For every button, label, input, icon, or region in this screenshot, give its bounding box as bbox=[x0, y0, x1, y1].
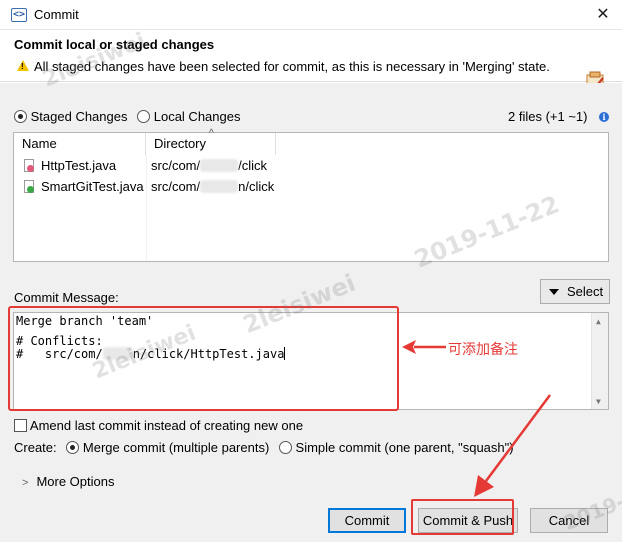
simple-radio-dot[interactable] bbox=[278, 441, 292, 454]
more-options-label: More Options bbox=[36, 474, 115, 489]
select-label: Select bbox=[567, 284, 604, 299]
staged-changes-radio[interactable]: Staged Changes bbox=[14, 109, 127, 124]
dir-suffix: n/click bbox=[238, 179, 275, 194]
redacted-segment bbox=[102, 347, 133, 360]
file-added-icon bbox=[24, 180, 34, 193]
annotation-arrow-left-icon bbox=[402, 340, 446, 354]
column-header-name[interactable]: Name bbox=[14, 133, 146, 155]
chevron-right-icon: > bbox=[22, 477, 29, 489]
staged-radio-dot[interactable] bbox=[14, 110, 27, 123]
select-message-button[interactable]: Select bbox=[540, 279, 610, 304]
title-bar: <> Commit ✕ bbox=[0, 0, 622, 30]
amend-checkbox[interactable] bbox=[14, 419, 27, 432]
table-row[interactable]: HttpTest.java src/com/ /click bbox=[14, 155, 608, 176]
commit-button[interactable]: Commit bbox=[328, 508, 406, 533]
close-icon[interactable]: ✕ bbox=[592, 4, 614, 26]
file-name: HttpTest.java bbox=[41, 158, 117, 173]
files-summary: 2 files (+1 ~1) bbox=[508, 109, 588, 124]
scroll-down-icon[interactable]: ▼ bbox=[596, 397, 601, 406]
annotation-arrow-down-icon bbox=[474, 394, 552, 497]
create-label: Create: bbox=[14, 440, 57, 455]
merge-commit-label: Merge commit (multiple parents) bbox=[82, 440, 270, 455]
file-table[interactable]: Name Directory ^ HttpTest.java src/com//… bbox=[13, 128, 609, 262]
commit-message-label: Commit Message: bbox=[14, 290, 119, 305]
more-options-toggle[interactable]: > More Options bbox=[22, 474, 114, 489]
local-changes-label: Local Changes bbox=[153, 109, 241, 124]
table-row[interactable]: SmartGitTest.java src/com/n/click bbox=[14, 176, 608, 197]
dialog-header: Commit local or staged changes ! All sta… bbox=[0, 30, 622, 96]
message-scrollbar[interactable]: ▲ ▼ bbox=[591, 313, 608, 409]
file-modified-icon bbox=[24, 159, 34, 172]
local-radio-dot[interactable] bbox=[137, 110, 151, 123]
merge-radio-dot[interactable] bbox=[66, 441, 80, 454]
conflict-line: # src/com/n/click/HttpTest.java bbox=[16, 347, 286, 361]
header-title: Commit local or staged changes bbox=[14, 37, 215, 52]
window-title: Commit bbox=[34, 7, 79, 22]
file-directory: src/com/n/click bbox=[151, 176, 274, 197]
merge-commit-radio[interactable]: Merge commit (multiple parents) bbox=[66, 440, 269, 455]
redacted-segment bbox=[200, 159, 239, 172]
cancel-button[interactable]: Cancel bbox=[530, 508, 608, 533]
dropdown-triangle-icon bbox=[549, 289, 559, 295]
conflict-prefix: # src/com/ bbox=[16, 347, 103, 361]
header-message: All staged changes have been selected fo… bbox=[34, 59, 550, 74]
redacted-segment bbox=[200, 180, 239, 193]
scroll-up-icon[interactable]: ▲ bbox=[596, 317, 601, 326]
sort-ascending-icon: ^ bbox=[209, 128, 214, 139]
changes-selector: Staged Changes Local Changes bbox=[14, 109, 246, 124]
amend-option[interactable]: Amend last commit instead of creating ne… bbox=[14, 418, 303, 433]
file-name: SmartGitTest.java bbox=[41, 179, 144, 194]
text-cursor bbox=[284, 347, 286, 360]
warning-icon: ! bbox=[17, 60, 29, 71]
dir-suffix: /click bbox=[238, 158, 268, 173]
amend-label: Amend last commit instead of creating ne… bbox=[29, 418, 304, 433]
dir-prefix: src/com/ bbox=[151, 158, 201, 173]
create-mode-selector: Create: Merge commit (multiple parents) … bbox=[14, 440, 514, 455]
file-directory: src/com/ /click bbox=[151, 155, 267, 176]
dialog-content: Staged Changes Local Changes 2 files (+1… bbox=[0, 83, 622, 542]
message-line: Merge branch 'team' bbox=[16, 314, 154, 328]
app-icon: <> bbox=[11, 8, 27, 22]
commit-push-button[interactable]: Commit & Push bbox=[418, 508, 518, 533]
staged-changes-label: Staged Changes bbox=[30, 109, 128, 124]
conflict-suffix: n/click/HttpTest.java bbox=[132, 347, 285, 361]
info-icon[interactable]: i bbox=[599, 112, 609, 122]
local-changes-radio[interactable]: Local Changes bbox=[137, 109, 240, 124]
message-line: # Conflicts: bbox=[16, 334, 103, 348]
annotation-note: 可添加备注 bbox=[448, 342, 518, 358]
dir-prefix: src/com/ bbox=[151, 179, 201, 194]
